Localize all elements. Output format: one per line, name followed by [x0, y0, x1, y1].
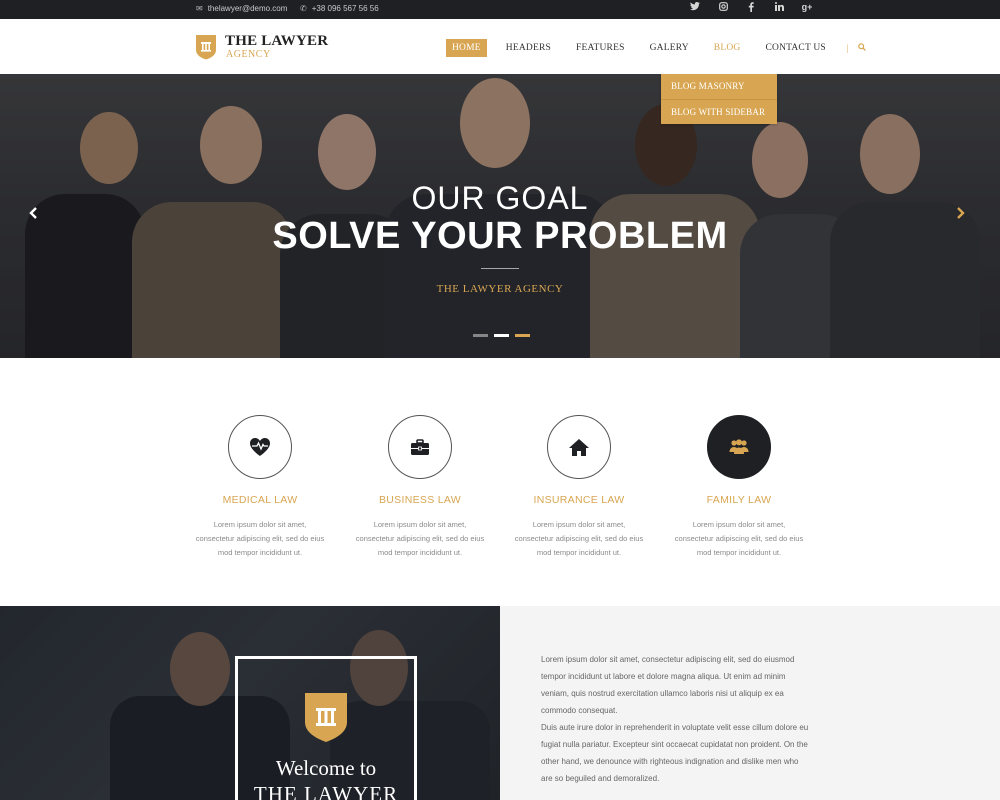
nav-separator: | — [846, 43, 849, 53]
logo-badge-icon — [196, 35, 216, 60]
service-icon-circle-active — [707, 415, 771, 479]
linkedin-icon[interactable] — [772, 2, 786, 15]
service-medical-law[interactable]: MEDICAL LAW Lorem ipsum dolor sit amet, … — [185, 415, 335, 560]
service-title: BUSINESS LAW — [379, 494, 461, 506]
search-icon[interactable] — [858, 42, 866, 54]
service-title: MEDICAL LAW — [222, 494, 298, 506]
hero-subtitle: THE LAWYER AGENCY — [436, 283, 564, 295]
hero-slider: OUR GOAL SOLVE YOUR PROBLEM THE LAWYER A… — [0, 74, 1000, 358]
service-icon-circle — [547, 415, 611, 479]
twitter-icon[interactable] — [688, 2, 702, 15]
hero-heading-line1: OUR GOAL — [411, 180, 589, 216]
nav-contact-us[interactable]: CONTACT US — [759, 39, 831, 57]
service-title: INSURANCE LAW — [533, 494, 625, 506]
envelope-icon: ✉ — [196, 4, 203, 13]
welcome-badge-icon — [305, 693, 347, 742]
nav-home[interactable]: HOME — [446, 39, 487, 57]
logo-title: THE LAWYER — [225, 33, 329, 49]
welcome-brand: THE LAWYER — [253, 782, 399, 800]
dropdown-item-blog-with-sidebar[interactable]: BLOG WITH SIDEBAR — [661, 99, 777, 124]
dropdown-item-blog-masonry[interactable]: BLOG MASONRY — [661, 74, 777, 99]
nav-blog[interactable]: BLOG — [708, 39, 747, 57]
welcome-heading: Welcome to — [275, 756, 377, 780]
slider-dot-active[interactable] — [494, 334, 509, 337]
slider-dots — [473, 334, 530, 337]
briefcase-icon — [411, 438, 429, 455]
service-insurance-law[interactable]: INSURANCE LAW Lorem ipsum dolor sit amet… — [504, 415, 654, 560]
email-text: thelawyer@demo.com — [207, 4, 288, 13]
users-icon — [729, 439, 749, 454]
social-links: g+ — [688, 2, 814, 15]
hero-heading-line2: SOLVE YOUR PROBLEM — [272, 215, 728, 257]
phone-icon: ✆ — [300, 4, 307, 13]
slider-dot[interactable] — [515, 334, 530, 337]
slider-dot[interactable] — [473, 334, 488, 337]
service-title: FAMILY LAW — [706, 494, 772, 506]
service-description: Lorem ipsum dolor sit amet, consectetur … — [674, 520, 804, 557]
logo-subtitle: AGENCY — [226, 49, 271, 60]
service-icon-circle — [228, 415, 292, 479]
phone-contact[interactable]: ✆ +38 096 567 56 56 — [300, 4, 379, 13]
service-business-law[interactable]: BUSINESS LAW Lorem ipsum dolor sit amet,… — [345, 415, 495, 560]
site-header: THE LAWYER AGENCY HOME HEADERS FEATURES … — [0, 19, 1000, 74]
hero-divider — [481, 268, 519, 269]
nav-headers[interactable]: HEADERS — [500, 39, 557, 57]
home-icon — [569, 438, 589, 456]
slider-next-icon[interactable] — [956, 204, 966, 225]
about-text-panel: Lorem ipsum dolor sit amet, consectetur … — [500, 606, 1000, 800]
about-paragraph-1: Lorem ipsum dolor sit amet, consectetur … — [541, 655, 795, 715]
google-plus-icon[interactable]: g+ — [800, 2, 814, 15]
logo[interactable]: THE LAWYER AGENCY — [195, 34, 328, 61]
instagram-icon[interactable] — [716, 2, 730, 15]
about-paragraph-2: Duis aute irure dolor in reprehenderit i… — [541, 723, 809, 783]
email-contact[interactable]: ✉ thelawyer@demo.com — [196, 4, 287, 13]
blog-dropdown-menu: BLOG MASONRY BLOG WITH SIDEBAR — [661, 74, 777, 124]
service-description: Lorem ipsum dolor sit amet, consectetur … — [355, 520, 485, 557]
service-description: Lorem ipsum dolor sit amet, consectetur … — [195, 520, 325, 557]
phone-text: +38 096 567 56 56 — [311, 4, 379, 13]
nav-features[interactable]: FEATURES — [570, 39, 631, 57]
services-section: MEDICAL LAW Lorem ipsum dolor sit amet, … — [0, 358, 1000, 606]
heartbeat-icon — [250, 438, 270, 456]
top-bar: ✉ thelawyer@demo.com ✆ +38 096 567 56 56… — [0, 0, 1000, 19]
slider-prev-icon[interactable] — [28, 204, 38, 225]
service-description: Lorem ipsum dolor sit amet, consectetur … — [514, 520, 644, 557]
about-paragraph: Lorem ipsum dolor sit amet, consectetur … — [541, 651, 811, 787]
service-icon-circle — [388, 415, 452, 479]
main-nav: HOME HEADERS FEATURES GALERY BLOG CONTAC… — [446, 39, 866, 57]
facebook-icon[interactable] — [744, 2, 758, 15]
service-family-law[interactable]: FAMILY LAW Lorem ipsum dolor sit amet, c… — [664, 415, 814, 560]
nav-galery[interactable]: GALERY — [644, 39, 695, 57]
